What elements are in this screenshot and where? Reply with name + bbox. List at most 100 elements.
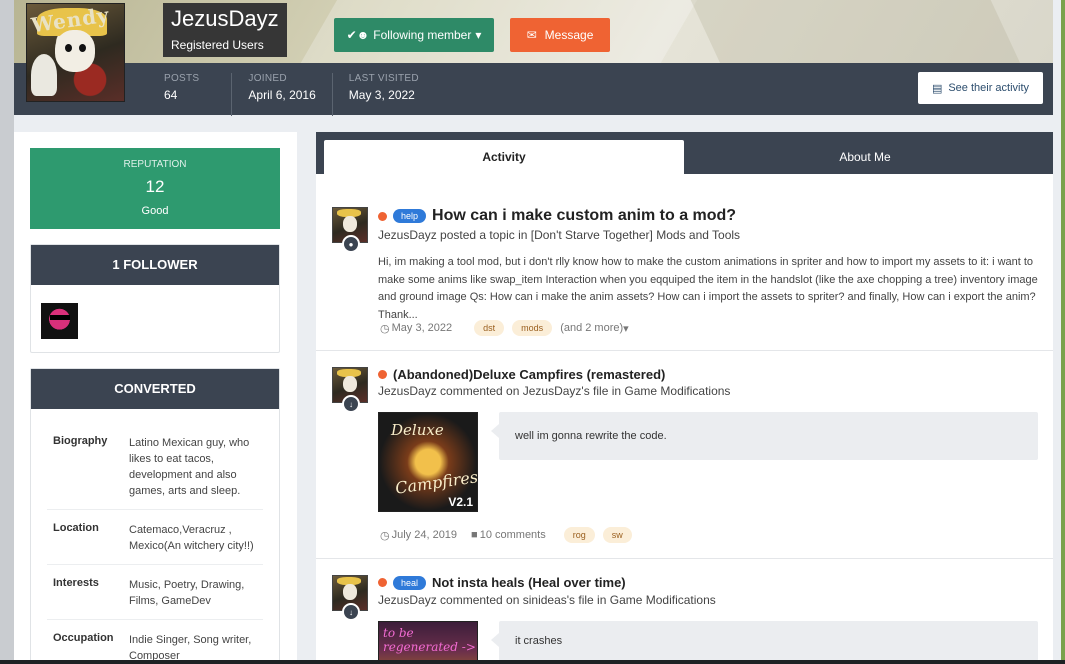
download-icon: ↓	[342, 603, 360, 621]
avatar-eye	[65, 44, 72, 52]
activity-title[interactable]: Not insta heals (Heal over time)	[432, 575, 626, 590]
avatar-face	[343, 216, 357, 232]
prefix-badge[interactable]: heal	[393, 575, 427, 590]
more-tags-link[interactable]: (and 2 more)	[560, 322, 623, 334]
about-key: Interests	[53, 577, 99, 589]
thumbnail-text: to be regenerated ->	[383, 626, 476, 654]
message-button[interactable]: ✉ Message	[510, 18, 610, 52]
stat-value: May 3, 2022	[348, 88, 415, 102]
activity-meta: ◷ May 3, 2022 dst mods (and 2 more) ▾	[380, 320, 629, 336]
profile-stats: POSTS 64 JOINED April 6, 2016 LAST VISIT…	[148, 73, 435, 116]
avatar-face	[343, 376, 357, 392]
see-activity-button[interactable]: ▤ See their activity	[918, 72, 1043, 104]
activity-date[interactable]: July 24, 2019	[392, 529, 457, 541]
message-label: Message	[544, 28, 594, 42]
follow-label: Following member	[373, 28, 472, 42]
clock-icon: ◷	[380, 529, 390, 542]
unread-dot	[378, 370, 387, 379]
about-row-occupation: Occupation Indie Singer, Song writer, Co…	[47, 620, 263, 664]
clock-icon: ◷	[380, 322, 390, 335]
stat-posts: POSTS 64	[148, 73, 215, 116]
comment-text: well im gonna rewrite the code.	[515, 430, 667, 442]
activity-item: ● help How can i make custom anim to a m…	[316, 174, 1053, 351]
tag[interactable]: dst	[474, 320, 505, 336]
followers-title: 1 FOLLOWER	[31, 245, 279, 285]
activity-item: ↓ heal Not insta heals (Heal over time) …	[316, 559, 1053, 664]
stat-label: POSTS	[164, 73, 200, 84]
window-edge-right	[1061, 0, 1065, 664]
following-member-button[interactable]: ✔☻ Following member ▾	[334, 18, 494, 52]
activity-subtitle: JezusDayz commented on JezusDayz's file …	[378, 384, 731, 398]
stat-label: LAST VISITED	[348, 73, 419, 84]
activity-meta: ◷ July 24, 2019 ■ 10 comments rog sw	[380, 527, 632, 543]
speech-bubble-icon: ●	[342, 235, 360, 253]
profile-avatar[interactable]: Wendy	[26, 3, 125, 102]
about-key: Location	[53, 522, 99, 534]
window-edge-bottom	[0, 660, 1065, 664]
profile-tabs: Activity About Me	[316, 132, 1053, 174]
stat-value: 64	[164, 88, 178, 102]
profile-sidebar: REPUTATION 12 Good 1 FOLLOWER CONVERTED …	[14, 132, 297, 664]
comment-count[interactable]: 10 comments	[480, 529, 546, 541]
file-thumbnail[interactable]: Deluxe Campfires V2.1	[378, 412, 478, 512]
tag[interactable]: mods	[512, 320, 553, 336]
about-value: Music, Poetry, Drawing, Films, GameDev	[129, 579, 245, 607]
stat-last-visited: LAST VISITED May 3, 2022	[331, 73, 435, 116]
comment-bubble: it crashes	[491, 621, 1038, 661]
file-thumbnail[interactable]: to be regenerated ->	[378, 621, 478, 664]
comment-text: it crashes	[515, 635, 563, 647]
newspaper-icon: ▤	[931, 82, 943, 95]
tag[interactable]: rog	[563, 527, 595, 543]
tab-activity[interactable]: Activity	[324, 140, 684, 174]
about-row-biography: Biography Latino Mexican guy, who likes …	[47, 409, 263, 510]
tab-about-me[interactable]: About Me	[684, 140, 1046, 174]
activity-subtitle: JezusDayz commented on sinideas's file i…	[378, 593, 716, 607]
tag[interactable]: sw	[602, 527, 632, 543]
activity-title-row: heal Not insta heals (Heal over time)	[378, 575, 626, 590]
reputation-text: Good	[141, 205, 169, 217]
caret-down-icon: ▾	[475, 28, 482, 42]
activity-item: ↓ (Abandoned)Deluxe Campfires (remastere…	[316, 351, 1053, 559]
about-row-interests: Interests Music, Poetry, Drawing, Films,…	[47, 565, 263, 620]
thumbnail-version: V2.1	[448, 495, 473, 509]
avatar-glasses	[50, 315, 70, 320]
reputation-card: REPUTATION 12 Good	[30, 148, 280, 229]
prefix-badge[interactable]: help	[393, 209, 427, 223]
stat-value: April 6, 2016	[248, 88, 316, 102]
caret-down-icon: ▾	[623, 322, 629, 335]
profile-main: Activity About Me ● help How can i make …	[316, 132, 1053, 664]
thumbnail-text: Deluxe	[391, 421, 444, 439]
about-row-location: Location Catemaco,Veracruz , Mexico(An w…	[47, 510, 263, 565]
avatar-ghost	[31, 54, 57, 96]
about-key: Biography	[53, 435, 108, 447]
activity-feed: ● help How can i make custom anim to a m…	[316, 174, 1053, 664]
unread-dot	[378, 211, 387, 221]
activity-title-row: help How can i make custom anim to a mod…	[378, 207, 736, 225]
reputation-value: 12	[145, 177, 165, 196]
check-user-icon: ✔☻	[346, 28, 370, 42]
profile-username: JezusDayz	[171, 6, 279, 31]
window-edge-left	[0, 0, 14, 664]
activity-subtitle: JezusDayz posted a topic in [Don't Starv…	[378, 228, 741, 242]
about-box: CONVERTED Biography Latino Mexican guy, …	[30, 368, 280, 664]
activity-excerpt: Hi, im making a tool mod, but i don't rl…	[378, 256, 1038, 321]
followers-box: 1 FOLLOWER	[30, 244, 280, 353]
activity-title-row: (Abandoned)Deluxe Campfires (remastered)	[378, 367, 665, 382]
follower-avatar[interactable]	[41, 303, 78, 339]
stat-label: JOINED	[248, 73, 287, 84]
envelope-icon: ✉	[526, 28, 537, 42]
activity-date[interactable]: May 3, 2022	[392, 322, 453, 334]
download-icon: ↓	[342, 395, 360, 413]
about-value: Catemaco,Veracruz , Mexico(An witchery c…	[129, 524, 254, 552]
thumbnail-text: Campfires	[394, 467, 478, 498]
about-title: CONVERTED	[31, 369, 279, 409]
avatar-face	[55, 30, 95, 72]
reputation-label: REPUTATION	[123, 159, 187, 170]
avatar-face	[343, 584, 357, 600]
stat-joined: JOINED April 6, 2016	[231, 73, 331, 116]
activity-title[interactable]: How can i make custom anim to a mod?	[432, 207, 736, 225]
profile-group: Registered Users	[171, 38, 264, 52]
comment-bubble: well im gonna rewrite the code.	[491, 412, 1038, 460]
activity-title[interactable]: (Abandoned)Deluxe Campfires (remastered)	[393, 367, 665, 382]
about-value: Latino Mexican guy, who likes to eat tac…	[129, 437, 250, 497]
